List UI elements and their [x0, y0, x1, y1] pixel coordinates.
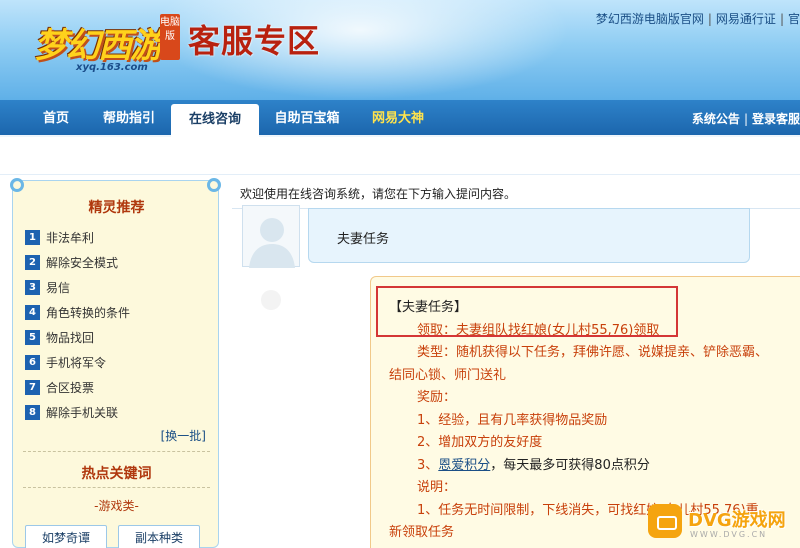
gamepad-icon: [648, 504, 682, 538]
list-item[interactable]: 5 物品找回: [25, 325, 210, 350]
love-points-link[interactable]: 恩爱积分: [438, 458, 490, 473]
sidebar: 精灵推荐 1 非法牟利 2 解除安全模式 3 易信 4 角色转换的条件 5 物品找回 6手…: [10, 178, 221, 548]
list-item[interactable]: 4 角色转换的条件: [25, 300, 210, 325]
answer-line: 说明：: [417, 480, 457, 495]
answer-line: 3、恩爱积分，每天最多可获得80点积分: [417, 457, 650, 473]
recommend-list: 1 非法牟利 2 解除安全模式 3 易信 4 角色转换的条件 5 物品找回 6 手机将军令 …: [25, 225, 210, 425]
tab-online-consult[interactable]: 在线咨询: [171, 104, 259, 137]
assistant-silhouette-icon: [261, 290, 281, 310]
watermark-text: DVG游戏网: [688, 510, 786, 531]
official-site-link[interactable]: 梦幻西游电脑版官网: [596, 12, 704, 26]
user-avatar: [242, 205, 300, 268]
logo-text: 梦幻西游: [34, 26, 164, 66]
page-title: 客服专区: [188, 22, 321, 60]
watermark: DVG游戏网 WWW.DVG.CN: [648, 502, 800, 544]
list-item[interactable]: 3 易信: [25, 275, 210, 300]
tab-netease-dashen[interactable]: 网易大神: [360, 100, 436, 137]
edition-badge: 电脑版: [160, 14, 180, 60]
list-item[interactable]: 8 解除手机关联: [25, 400, 210, 425]
keyword-button[interactable]: 如梦奇谭: [25, 525, 107, 548]
highlight-box: [376, 286, 678, 337]
question-bubble: 夫妻任务: [308, 208, 750, 263]
passport-link[interactable]: 网易通行证: [716, 12, 776, 26]
system-notice-link[interactable]: 系统公告: [692, 112, 740, 126]
assistant-avatar: [242, 278, 300, 340]
top-links: 梦幻西游电脑版官网 | 网易通行证 | 官: [595, 12, 800, 26]
list-item[interactable]: 1 非法牟利: [25, 225, 210, 250]
site-header: 梦幻西游 xyq.163.com 电脑版 客服专区 梦幻西游电脑版官网 | 网易通行…: [0, 0, 800, 100]
keyword-category: -游戏类-: [94, 499, 139, 513]
user-silhouette-icon: [249, 218, 295, 268]
answer-line: 1、经验，且有几率获得物品奖励: [417, 412, 608, 428]
answer-line: 奖励：: [417, 390, 457, 405]
nav-right: 系统公告 | 登录客服: [691, 112, 800, 126]
welcome-text: 欢迎使用在线咨询系统，请您在下方输入提问内容。: [240, 187, 517, 201]
keyword-button[interactable]: 副本种类: [118, 525, 200, 548]
watermark-sub: WWW.DVG.CN: [690, 530, 768, 539]
tab-self-service[interactable]: 自助百宝箱: [268, 100, 346, 137]
answer-line: 2、增加双方的友好度: [417, 435, 543, 450]
answer-line: 结同心锁、师门送礼: [389, 367, 507, 383]
list-item[interactable]: 2 解除安全模式: [25, 250, 210, 275]
logo-url: xyq.163.com: [76, 62, 148, 73]
main-nav: 首页 帮助指引 在线咨询 自助百宝箱 网易大神 系统公告 | 登录客服: [0, 100, 800, 137]
tab-home[interactable]: 首页: [26, 100, 86, 137]
list-item[interactable]: 7 合区投票: [25, 375, 210, 400]
tab-help[interactable]: 帮助指引: [96, 100, 162, 137]
login-service-link[interactable]: 登录客服: [752, 112, 800, 126]
list-item[interactable]: 6 手机将军令: [25, 350, 210, 375]
hot-keywords-title: 热点关键词: [81, 466, 152, 482]
answer-line: 类型：随机获得以下任务，拜佛许愿、说媒提亲、铲除恶霸、: [417, 345, 769, 360]
official-link-truncated[interactable]: 官: [788, 12, 800, 26]
recommend-title: 精灵推荐: [88, 200, 145, 216]
refresh-button[interactable]: [换一批]: [161, 427, 206, 444]
question-text: 夫妻任务: [337, 232, 390, 247]
